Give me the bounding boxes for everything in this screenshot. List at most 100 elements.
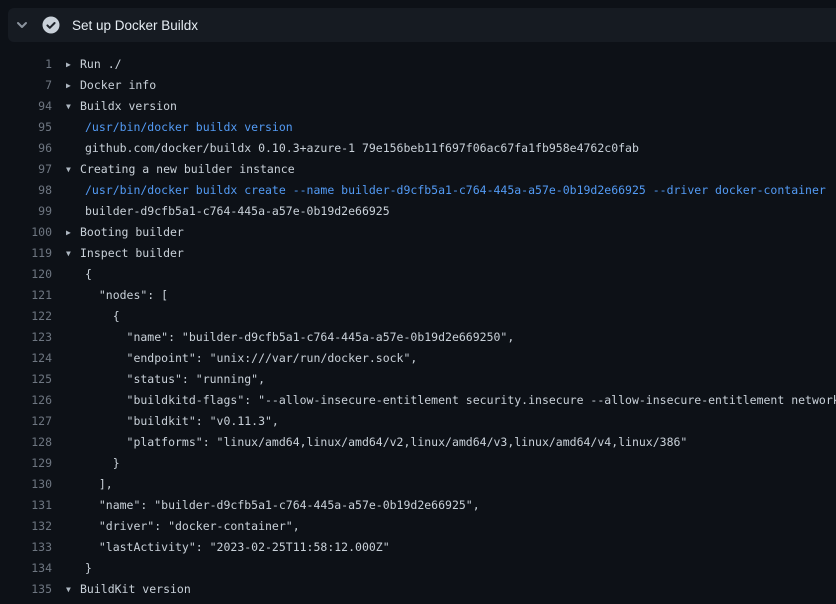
log-text: "name": "builder-d9cfb5a1-c764-445a-a57e… bbox=[66, 495, 480, 516]
step-header[interactable]: Set up Docker Buildx bbox=[8, 8, 836, 42]
log-group-title: Buildx version bbox=[80, 99, 177, 113]
log-group-header[interactable]: ▼Inspect builder bbox=[66, 243, 184, 264]
log-text: "platforms": "linux/amd64,linux/amd64/v2… bbox=[66, 432, 687, 453]
log-group-title: Docker info bbox=[80, 78, 156, 92]
log-group-title: BuildKit version bbox=[80, 582, 191, 596]
log-text: "endpoint": "unix:///var/run/docker.sock… bbox=[66, 348, 417, 369]
chevron-down-icon[interactable] bbox=[14, 17, 30, 33]
line-number[interactable]: 122 bbox=[0, 306, 52, 327]
triangle-down-icon: ▼ bbox=[66, 159, 80, 180]
log-line: 130 ], bbox=[0, 474, 836, 495]
line-number[interactable]: 123 bbox=[0, 327, 52, 348]
log-line: 123 "name": "builder-d9cfb5a1-c764-445a-… bbox=[0, 327, 836, 348]
triangle-down-icon: ▼ bbox=[66, 96, 80, 117]
line-number[interactable]: 134 bbox=[0, 558, 52, 579]
log-line: 131 "name": "builder-d9cfb5a1-c764-445a-… bbox=[0, 495, 836, 516]
line-number[interactable]: 126 bbox=[0, 390, 52, 411]
line-number[interactable]: 132 bbox=[0, 516, 52, 537]
line-number[interactable]: 100 bbox=[0, 222, 52, 243]
log-line: 97 ▼Creating a new builder instance bbox=[0, 159, 836, 180]
log-group-header[interactable]: ▶Run ./ bbox=[66, 54, 122, 75]
log-group-title: Inspect builder bbox=[80, 246, 184, 260]
log-line: 124 "endpoint": "unix:///var/run/docker.… bbox=[0, 348, 836, 369]
log-text: "status": "running", bbox=[66, 369, 265, 390]
log-group-header[interactable]: ▼BuildKit version bbox=[66, 579, 191, 600]
line-number[interactable]: 94 bbox=[0, 96, 52, 117]
triangle-down-icon: ▼ bbox=[66, 243, 80, 264]
log-lines: 1▶Run ./7▶Docker info94▼Buildx version95… bbox=[0, 44, 836, 604]
log-line: 95/usr/bin/docker buildx version bbox=[0, 117, 836, 138]
log-line: 128 "platforms": "linux/amd64,linux/amd6… bbox=[0, 432, 836, 453]
line-number[interactable]: 135 bbox=[0, 579, 52, 600]
log-group-header[interactable]: ▼Creating a new builder instance bbox=[66, 159, 295, 180]
log-line: 7 ▶Docker info bbox=[0, 75, 836, 96]
log-group-title: Run ./ bbox=[80, 57, 122, 71]
log-line: 1 ▶Run ./ bbox=[0, 54, 836, 75]
log-line: 121 "nodes": [ bbox=[0, 285, 836, 306]
log-group-header[interactable]: ▶Booting builder bbox=[66, 222, 184, 243]
line-number[interactable]: 98 bbox=[0, 180, 52, 201]
log-line: 135 ▼BuildKit version bbox=[0, 579, 836, 600]
log-line: 129 } bbox=[0, 453, 836, 474]
line-number[interactable]: 1 bbox=[0, 54, 52, 75]
log-text: "nodes": [ bbox=[66, 285, 168, 306]
log-text: } bbox=[66, 453, 120, 474]
log-line: 100 ▶Booting builder bbox=[0, 222, 836, 243]
line-number[interactable]: 121 bbox=[0, 285, 52, 306]
line-number[interactable]: 129 bbox=[0, 453, 52, 474]
log-text: ], bbox=[66, 474, 113, 495]
log-text: github.com/docker/buildx 0.10.3+azure-1 … bbox=[66, 138, 639, 159]
log-line: 99 builder-d9cfb5a1-c764-445a-a57e-0b19d2… bbox=[0, 201, 836, 222]
log-group-header[interactable]: ▶Docker info bbox=[66, 75, 156, 96]
line-number[interactable]: 7 bbox=[0, 75, 52, 96]
log-command-text: /usr/bin/docker buildx create --name bui… bbox=[66, 180, 826, 201]
log-line: 119 ▼Inspect builder bbox=[0, 243, 836, 264]
line-number[interactable]: 127 bbox=[0, 411, 52, 432]
log-line: 122 { bbox=[0, 306, 836, 327]
log-text: { bbox=[66, 264, 92, 285]
line-number[interactable]: 131 bbox=[0, 495, 52, 516]
line-number[interactable]: 119 bbox=[0, 243, 52, 264]
log-line: 132 "driver": "docker-container", bbox=[0, 516, 836, 537]
line-number[interactable]: 99 bbox=[0, 201, 52, 222]
line-number[interactable]: 125 bbox=[0, 369, 52, 390]
log-line: 98/usr/bin/docker buildx create --name b… bbox=[0, 180, 836, 201]
log-line: 125 "status": "running", bbox=[0, 369, 836, 390]
log-text: "name": "builder-d9cfb5a1-c764-445a-a57e… bbox=[66, 327, 514, 348]
log-line: 94 ▼Buildx version bbox=[0, 96, 836, 117]
triangle-down-icon: ▼ bbox=[66, 579, 80, 600]
log-text: builder-d9cfb5a1-c764-445a-a57e-0b19d2e6… bbox=[66, 201, 390, 222]
step-title: Set up Docker Buildx bbox=[72, 18, 198, 33]
triangle-right-icon: ▶ bbox=[66, 75, 80, 96]
log-group-title: Creating a new builder instance bbox=[80, 162, 295, 176]
line-number[interactable]: 97 bbox=[0, 159, 52, 180]
log-line: 134} bbox=[0, 558, 836, 579]
log-text: "buildkit": "v0.11.3", bbox=[66, 411, 279, 432]
log-line: 127 "buildkit": "v0.11.3", bbox=[0, 411, 836, 432]
line-number[interactable]: 128 bbox=[0, 432, 52, 453]
log-group-title: Booting builder bbox=[80, 225, 184, 239]
log-line: 96 github.com/docker/buildx 0.10.3+azure-… bbox=[0, 138, 836, 159]
log-text: { bbox=[66, 306, 120, 327]
line-number[interactable]: 133 bbox=[0, 537, 52, 558]
log-text: "driver": "docker-container", bbox=[66, 516, 300, 537]
log-line: 133 "lastActivity": "2023-02-25T11:58:12… bbox=[0, 537, 836, 558]
log-text: "lastActivity": "2023-02-25T11:58:12.000… bbox=[66, 537, 390, 558]
line-number[interactable]: 136 bbox=[0, 600, 52, 604]
log-command-text: /usr/bin/docker buildx version bbox=[66, 117, 293, 138]
line-number[interactable]: 96 bbox=[0, 138, 52, 159]
line-number[interactable]: 120 bbox=[0, 264, 52, 285]
log-line: 136 builder-d9cfb5a1-c764-445a-a57e-0b19d… bbox=[0, 600, 836, 604]
log-line: 126 "buildkitd-flags": "--allow-insecure… bbox=[0, 390, 836, 411]
check-circle-icon bbox=[42, 16, 60, 34]
log-text: } bbox=[66, 558, 92, 579]
triangle-right-icon: ▶ bbox=[66, 54, 80, 75]
triangle-right-icon: ▶ bbox=[66, 222, 80, 243]
log-text: builder-d9cfb5a1-c764-445a-a57e-0b19d2e6… bbox=[66, 600, 459, 604]
line-number[interactable]: 130 bbox=[0, 474, 52, 495]
line-number[interactable]: 95 bbox=[0, 117, 52, 138]
log-text: "buildkitd-flags": "--allow-insecure-ent… bbox=[66, 390, 836, 411]
log-group-header[interactable]: ▼Buildx version bbox=[66, 96, 177, 117]
log-line: 120 { bbox=[0, 264, 836, 285]
line-number[interactable]: 124 bbox=[0, 348, 52, 369]
